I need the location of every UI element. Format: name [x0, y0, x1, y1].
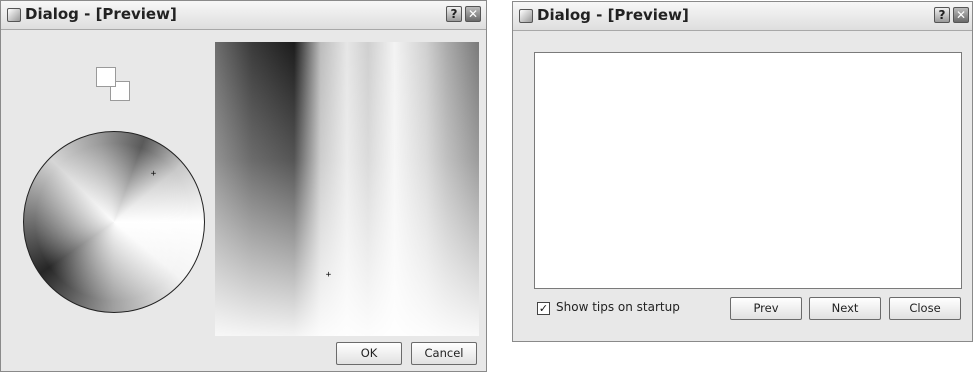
show-tips-checkbox[interactable]: ✓ [537, 302, 550, 315]
color-wheel[interactable] [23, 131, 205, 313]
app-icon [519, 9, 533, 23]
window-title: Dialog - [Preview] [537, 6, 689, 24]
app-icon [7, 8, 21, 22]
next-button[interactable]: Next [809, 297, 881, 320]
cancel-button[interactable]: Cancel [411, 342, 477, 365]
help-button[interactable]: ? [934, 7, 950, 23]
close-button[interactable]: ✕ [953, 7, 969, 23]
spectrum-crosshair-icon: + [325, 270, 332, 280]
color-dialog: Dialog - [Preview] ? ✕ + + OK Cancel [0, 0, 487, 372]
tips-text-area[interactable] [534, 52, 962, 289]
help-button[interactable]: ? [446, 6, 462, 22]
foreground-color-swatch[interactable] [96, 67, 116, 87]
prev-button[interactable]: Prev [730, 297, 802, 320]
close-button[interactable]: ✕ [465, 6, 481, 22]
wheel-crosshair-icon: + [150, 169, 157, 179]
color-spectrum-field[interactable] [215, 42, 479, 336]
title-bar[interactable]: Dialog - [Preview] ? ✕ [513, 2, 972, 31]
show-tips-label: Show tips on startup [556, 300, 680, 314]
tips-dialog: Dialog - [Preview] ? ✕ ✓ Show tips on st… [512, 1, 973, 342]
title-bar[interactable]: Dialog - [Preview] ? ✕ [1, 1, 486, 30]
dialog-close-button[interactable]: Close [889, 297, 961, 320]
ok-button[interactable]: OK [336, 342, 402, 365]
window-title: Dialog - [Preview] [25, 5, 177, 23]
